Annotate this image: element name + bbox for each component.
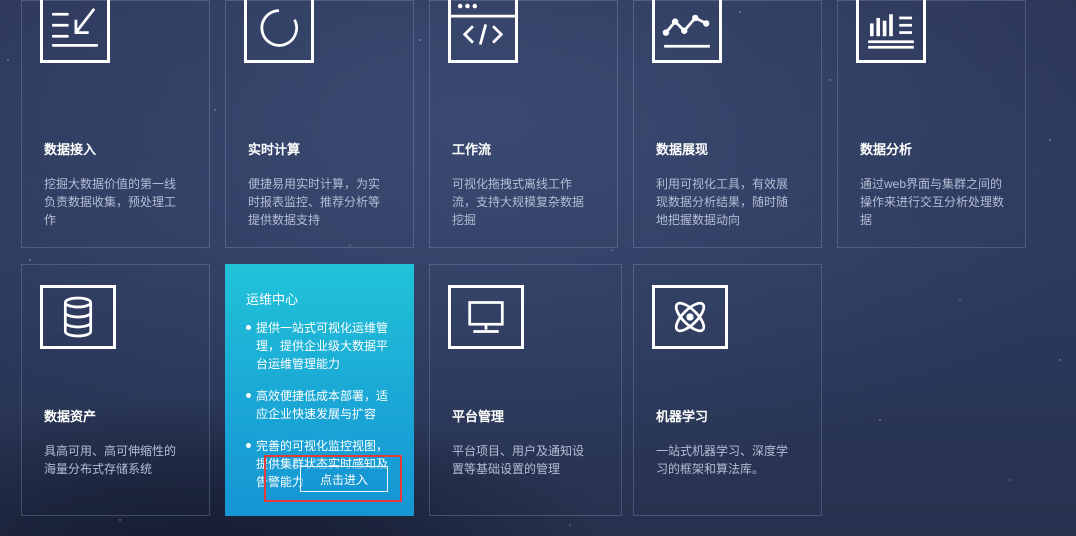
database-icon (40, 285, 116, 349)
bar-chart-icon (856, 0, 926, 63)
card-realtime-compute[interactable]: 实时计算 便捷易用实时计算，为实时报表监控、推荐分析等提供数据支持 (225, 0, 414, 248)
line-chart-icon (652, 0, 722, 63)
card-description: 利用可视化工具，有效展现数据分析结果，随时随地把握数据动向 (656, 177, 789, 227)
card-title: 平台管理 (452, 409, 505, 424)
card-title: 数据资产 (44, 409, 97, 424)
data-import-icon (40, 0, 110, 63)
monitor-icon (448, 285, 524, 349)
card-title: 工作流 (452, 142, 492, 157)
code-window-icon (448, 0, 518, 63)
card-title: 实时计算 (248, 142, 301, 157)
card-description: 一站式机器学习、深度学习的框架和算法库。 (656, 444, 789, 476)
card-data-visualization[interactable]: 数据展现 利用可视化工具，有效展现数据分析结果，随时随地把握数据动向 (633, 0, 822, 248)
card-workflow[interactable]: 工作流 可视化拖拽式离线工作流，支持大规模复杂数据挖掘 (429, 0, 618, 248)
card-data-assets[interactable]: 数据资产 具高可用、高可伸缩性的海量分布式存储系统 (21, 264, 210, 516)
atom-icon (652, 285, 728, 349)
card-description: 可视化拖拽式离线工作流，支持大规模复杂数据挖掘 (452, 177, 585, 227)
card-machine-learning[interactable]: 机器学习 一站式机器学习、深度学习的框架和算法库。 (633, 264, 822, 516)
card-description: 便捷易用实时计算，为实时报表监控、推荐分析等提供数据支持 (248, 177, 381, 227)
feature-item: 提供一站式可视化运维管理，提供企业级大数据平台运维管理能力 (246, 319, 396, 373)
enter-button[interactable]: 点击进入 (300, 466, 388, 492)
card-description: 平台项目、用户及通知设置等基础设置的管理 (452, 444, 585, 476)
circle-progress-icon (244, 0, 314, 63)
card-description: 通过web界面与集群之间的操作来进行交互分析处理数据 (860, 177, 1005, 227)
card-description: 挖掘大数据价值的第一线负责数据收集，预处理工作 (44, 177, 177, 227)
card-ops-center[interactable]: 运维中心 提供一站式可视化运维管理，提供企业级大数据平台运维管理能力 高效便捷低… (225, 264, 414, 516)
card-title: 运维中心 (246, 292, 299, 307)
card-description: 具高可用、高可伸缩性的海量分布式存储系统 (44, 444, 177, 476)
card-data-analysis[interactable]: 数据分析 通过web界面与集群之间的操作来进行交互分析处理数据 (837, 0, 1026, 248)
card-platform-management[interactable]: 平台管理 平台项目、用户及通知设置等基础设置的管理 (429, 264, 622, 516)
card-title: 机器学习 (656, 409, 709, 424)
card-title: 数据分析 (860, 142, 913, 157)
card-title: 数据接入 (44, 142, 97, 157)
card-title: 数据展现 (656, 142, 709, 157)
feature-item: 高效便捷低成本部署，适应企业快速发展与扩容 (246, 387, 396, 423)
card-data-import[interactable]: 数据接入 挖掘大数据价值的第一线负责数据收集，预处理工作 (21, 0, 210, 248)
